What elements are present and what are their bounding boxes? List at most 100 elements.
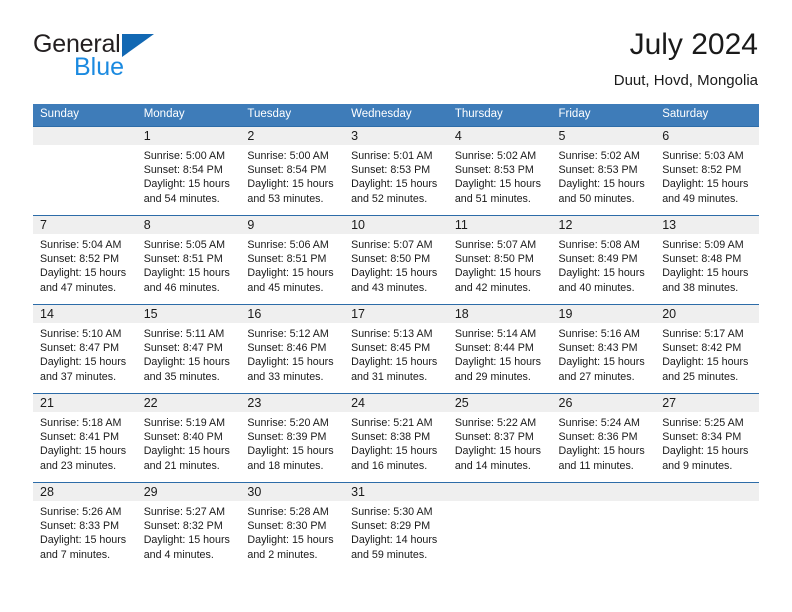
day-number: 14	[33, 305, 137, 323]
weekday-header-tuesday: Tuesday	[240, 104, 345, 127]
calendar-day-cell[interactable]: 20 Sunrise: 5:17 AM Sunset: 8:42 PM Dayligh…	[655, 304, 759, 394]
calendar-day-cell[interactable]: 8 Sunrise: 5:05 AM Sunset: 8:51 PM Daylight…	[136, 215, 241, 305]
calendar-day-cell[interactable]: 28 Sunrise: 5:26 AM Sunset: 8:33 PM Dayligh…	[33, 482, 137, 571]
weekday-header-saturday: Saturday	[655, 104, 759, 127]
day-sun-info: Sunrise: 5:28 AM Sunset: 8:30 PM Daylight:…	[240, 501, 344, 562]
weekday-header-wednesday: Wednesday	[344, 104, 448, 127]
day-cell-content: 20 Sunrise: 5:17 AM Sunset: 8:42 PM Dayligh…	[655, 305, 759, 393]
calendar-day-cell[interactable]: 15 Sunrise: 5:11 AM Sunset: 8:47 PM Dayligh…	[136, 304, 241, 394]
calendar-day-cell[interactable]: 6 Sunrise: 5:03 AM Sunset: 8:52 PM Daylight…	[655, 126, 759, 216]
calendar-day-cell[interactable]: 17 Sunrise: 5:13 AM Sunset: 8:45 PM Dayligh…	[344, 304, 448, 394]
day-sun-info: Sunrise: 5:03 AM Sunset: 8:52 PM Daylight:…	[655, 145, 759, 206]
brand-name-blue: Blue	[74, 53, 125, 81]
sunset-time: Sunset: 8:51 PM	[247, 253, 327, 266]
sunrise-time: Sunrise: 5:02 AM	[558, 150, 640, 162]
brand-triangle-icon	[121, 34, 154, 57]
calendar-day-cell[interactable]: 26 Sunrise: 5:24 AM Sunset: 8:36 PM Dayligh…	[551, 393, 656, 483]
day-number: 13	[655, 216, 759, 234]
calendar-day-cell[interactable]: 23 Sunrise: 5:20 AM Sunset: 8:39 PM Dayligh…	[240, 393, 345, 483]
day-cell-content	[551, 483, 656, 571]
daylight-duration-line2: and 45 minutes.	[247, 281, 324, 294]
calendar-day-cell[interactable]: 3 Sunrise: 5:01 AM Sunset: 8:53 PM Daylight…	[344, 126, 448, 216]
day-sun-info: Sunrise: 5:13 AM Sunset: 8:45 PM Daylight:…	[344, 323, 448, 384]
calendar-day-cell[interactable]: 19 Sunrise: 5:16 AM Sunset: 8:43 PM Dayligh…	[551, 304, 656, 394]
daylight-duration-line2: and 23 minutes.	[40, 459, 117, 472]
calendar-day-cell[interactable]: 14 Sunrise: 5:10 AM Sunset: 8:47 PM Dayligh…	[33, 304, 137, 394]
daylight-duration-line2: and 9 minutes.	[662, 459, 733, 472]
calendar-day-cell[interactable]: 30 Sunrise: 5:28 AM Sunset: 8:30 PM Dayligh…	[240, 482, 345, 571]
title-block: July 2024 Duut, Hovd, Mongolia	[614, 28, 758, 89]
calendar-day-cell[interactable]: 27 Sunrise: 5:25 AM Sunset: 8:34 PM Dayligh…	[655, 393, 759, 483]
day-cell-content: 5 Sunrise: 5:02 AM Sunset: 8:53 PM Daylight…	[551, 127, 656, 215]
day-number: 10	[344, 216, 448, 234]
calendar-day-cell[interactable]: 25 Sunrise: 5:22 AM Sunset: 8:37 PM Dayligh…	[447, 393, 552, 483]
calendar-day-cell[interactable]: 31 Sunrise: 5:30 AM Sunset: 8:29 PM Dayligh…	[344, 482, 448, 571]
day-sun-info: Sunrise: 5:01 AM Sunset: 8:53 PM Daylight:…	[344, 145, 448, 206]
sunset-time: Sunset: 8:38 PM	[351, 431, 431, 444]
calendar-day-cell-empty	[551, 482, 656, 571]
sunset-time: Sunset: 8:41 PM	[40, 431, 120, 444]
day-number: 31	[344, 483, 448, 501]
day-cell-content	[447, 483, 552, 571]
calendar-day-cell[interactable]: 24 Sunrise: 5:21 AM Sunset: 8:38 PM Dayligh…	[344, 393, 448, 483]
sunrise-time: Sunrise: 5:26 AM	[40, 506, 122, 518]
calendar-day-cell[interactable]: 1 Sunrise: 5:00 AM Sunset: 8:54 PM Daylight…	[136, 126, 241, 216]
sunset-time: Sunset: 8:47 PM	[40, 342, 120, 355]
daylight-duration-line1: Daylight: 15 hours	[558, 267, 645, 280]
day-sun-info: Sunrise: 5:02 AM Sunset: 8:53 PM Daylight:…	[448, 145, 552, 206]
day-sun-info: Sunrise: 5:20 AM Sunset: 8:39 PM Daylight:…	[240, 412, 344, 473]
daylight-duration-line1: Daylight: 15 hours	[247, 445, 334, 458]
calendar-day-cell[interactable]: 4 Sunrise: 5:02 AM Sunset: 8:53 PM Daylight…	[447, 126, 552, 216]
calendar-day-cell[interactable]: 18 Sunrise: 5:14 AM Sunset: 8:44 PM Dayligh…	[447, 304, 552, 394]
daylight-duration-line2: and 51 minutes.	[454, 192, 531, 205]
daylight-duration-line2: and 38 minutes.	[662, 281, 739, 294]
calendar-day-cell[interactable]: 9 Sunrise: 5:06 AM Sunset: 8:51 PM Daylight…	[240, 215, 345, 305]
daylight-duration-line1: Daylight: 15 hours	[40, 534, 127, 547]
calendar-body: 1 Sunrise: 5:00 AM Sunset: 8:54 PM Daylight…	[33, 126, 759, 571]
sunset-time: Sunset: 8:50 PM	[454, 253, 534, 266]
day-number: 30	[240, 483, 345, 501]
calendar-day-cell[interactable]: 22 Sunrise: 5:19 AM Sunset: 8:40 PM Dayligh…	[136, 393, 241, 483]
calendar-day-cell[interactable]: 5 Sunrise: 5:02 AM Sunset: 8:53 PM Daylight…	[551, 126, 656, 216]
daylight-duration-line2: and 16 minutes.	[351, 459, 428, 472]
calendar-day-cell[interactable]: 12 Sunrise: 5:08 AM Sunset: 8:49 PM Dayligh…	[551, 215, 656, 305]
day-cell-content: 22 Sunrise: 5:19 AM Sunset: 8:40 PM Dayligh…	[136, 394, 241, 482]
calendar-day-cell[interactable]: 10 Sunrise: 5:07 AM Sunset: 8:50 PM Dayligh…	[344, 215, 448, 305]
calendar-day-cell[interactable]: 21 Sunrise: 5:18 AM Sunset: 8:41 PM Dayligh…	[33, 393, 137, 483]
daylight-duration-line2: and 49 minutes.	[662, 192, 739, 205]
day-sun-info: Sunrise: 5:07 AM Sunset: 8:50 PM Daylight:…	[448, 234, 552, 295]
sunrise-time: Sunrise: 5:30 AM	[351, 506, 433, 518]
day-cell-content: 21 Sunrise: 5:18 AM Sunset: 8:41 PM Dayligh…	[33, 394, 137, 482]
day-number: 26	[551, 394, 656, 412]
calendar-day-cell[interactable]: 13 Sunrise: 5:09 AM Sunset: 8:48 PM Dayligh…	[655, 215, 759, 305]
day-number: 16	[240, 305, 345, 323]
day-cell-content: 7 Sunrise: 5:04 AM Sunset: 8:52 PM Daylight…	[33, 216, 137, 304]
daylight-duration-line1: Daylight: 15 hours	[143, 534, 230, 547]
weekday-header-sunday: Sunday	[33, 104, 137, 127]
daylight-duration-line2: and 40 minutes.	[558, 281, 635, 294]
daylight-duration-line2: and 2 minutes.	[247, 548, 318, 561]
day-number: 28	[33, 483, 137, 501]
day-sun-info: Sunrise: 5:09 AM Sunset: 8:48 PM Daylight:…	[655, 234, 759, 295]
sunrise-time: Sunrise: 5:01 AM	[351, 150, 433, 162]
calendar-day-cell[interactable]: 29 Sunrise: 5:27 AM Sunset: 8:32 PM Dayligh…	[136, 482, 241, 571]
day-number: 5	[551, 127, 656, 145]
day-cell-content: 17 Sunrise: 5:13 AM Sunset: 8:45 PM Dayligh…	[344, 305, 448, 393]
calendar-day-cell[interactable]: 2 Sunrise: 5:00 AM Sunset: 8:54 PM Daylight…	[240, 126, 345, 216]
calendar-day-cell[interactable]: 16 Sunrise: 5:12 AM Sunset: 8:46 PM Dayligh…	[240, 304, 345, 394]
sunrise-time: Sunrise: 5:07 AM	[351, 239, 433, 251]
sunset-time: Sunset: 8:42 PM	[662, 342, 742, 355]
daylight-duration-line1: Daylight: 15 hours	[247, 534, 334, 547]
day-cell-content: 4 Sunrise: 5:02 AM Sunset: 8:53 PM Daylight…	[447, 127, 552, 215]
sunset-time: Sunset: 8:52 PM	[662, 164, 742, 177]
day-number: 22	[136, 394, 241, 412]
sunset-time: Sunset: 8:48 PM	[662, 253, 742, 266]
calendar-day-cell[interactable]: 11 Sunrise: 5:07 AM Sunset: 8:50 PM Dayligh…	[447, 215, 552, 305]
daylight-duration-line2: and 7 minutes.	[40, 548, 111, 561]
daylight-duration-line1: Daylight: 15 hours	[558, 356, 645, 369]
sunrise-time: Sunrise: 5:00 AM	[247, 150, 329, 162]
day-cell-content: 27 Sunrise: 5:25 AM Sunset: 8:34 PM Dayligh…	[655, 394, 759, 482]
calendar-week-row: 7 Sunrise: 5:04 AM Sunset: 8:52 PM Daylight…	[33, 215, 759, 305]
calendar-day-cell[interactable]: 7 Sunrise: 5:04 AM Sunset: 8:52 PM Daylight…	[33, 215, 137, 305]
day-number	[655, 483, 759, 501]
